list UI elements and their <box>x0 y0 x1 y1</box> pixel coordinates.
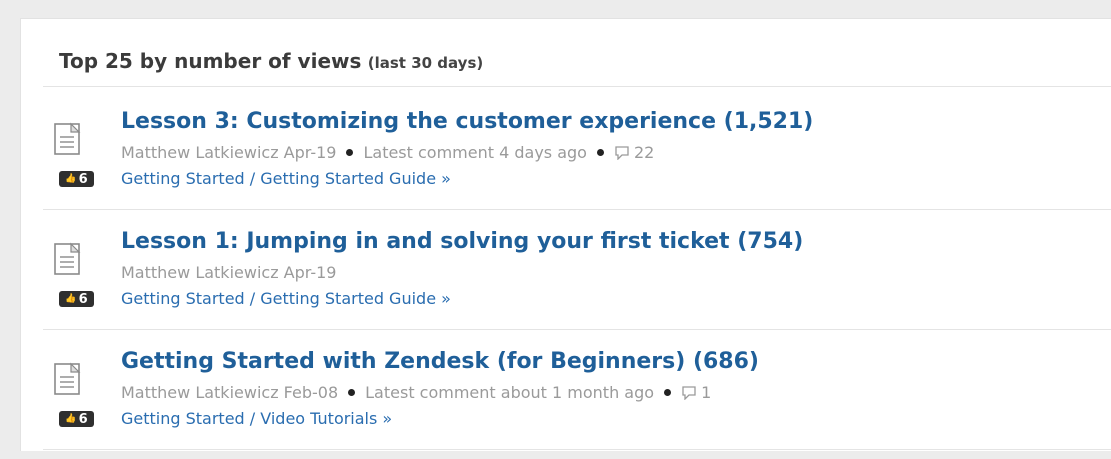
separator-dot <box>596 149 604 156</box>
article-item: 👍 6 Lesson 1: Jumping in and solving you… <box>21 229 1111 339</box>
article-meta: Matthew Latkiewicz Feb-08 Latest comment… <box>121 383 711 402</box>
article-breadcrumb-link[interactable]: Getting Started / Getting Started Guide … <box>121 169 451 188</box>
separator-dot <box>346 149 354 156</box>
document-icon <box>54 122 81 155</box>
document-icon <box>54 242 81 275</box>
divider <box>43 449 1111 450</box>
author-date: Matthew Latkiewicz Feb-08 <box>121 383 339 402</box>
latest-comment: Latest comment 4 days ago <box>363 143 587 162</box>
separator-dot <box>348 389 356 396</box>
panel-heading: Top 25 by number of views (last 30 days) <box>59 49 483 73</box>
latest-comment: Latest comment about 1 month ago <box>365 383 655 402</box>
separator-dot <box>664 389 672 396</box>
vote-count-badge: 👍 6 <box>59 411 94 427</box>
comment-icon <box>615 145 629 160</box>
article-title-link[interactable]: Lesson 1: Jumping in and solving your fi… <box>121 229 803 254</box>
author-date: Matthew Latkiewicz Apr-19 <box>121 143 337 162</box>
article-meta: Matthew Latkiewicz Apr-19 Latest comment… <box>121 143 654 162</box>
comment-count: 22 <box>633 143 655 162</box>
thumbs-up-icon: 👍 <box>65 293 77 304</box>
comment-icon <box>682 385 696 400</box>
document-icon <box>54 362 81 395</box>
article-item: 👍 6 Getting Started with Zendesk (for Be… <box>21 349 1111 459</box>
comment-count: 1 <box>701 383 712 402</box>
vote-count: 6 <box>78 411 88 427</box>
article-item: 👍 6 Lesson 3: Customizing the customer e… <box>21 109 1111 219</box>
article-breadcrumb-link[interactable]: Getting Started / Video Tutorials » <box>121 409 392 428</box>
article-breadcrumb-link[interactable]: Getting Started / Getting Started Guide … <box>121 289 451 308</box>
vote-count-badge: 👍 6 <box>59 291 94 307</box>
panel-title: Top 25 by number of views <box>59 49 362 73</box>
article-title-link[interactable]: Getting Started with Zendesk (for Beginn… <box>121 349 759 374</box>
author-date: Matthew Latkiewicz Apr-19 <box>121 263 337 282</box>
panel-title-suffix: (last 30 days) <box>367 54 484 72</box>
divider <box>43 86 1111 87</box>
divider <box>43 209 1111 210</box>
article-title-link[interactable]: Lesson 3: Customizing the customer exper… <box>121 109 813 134</box>
top-articles-panel: Top 25 by number of views (last 30 days)… <box>20 18 1111 451</box>
vote-count-badge: 👍 6 <box>59 171 94 187</box>
vote-count: 6 <box>78 171 88 187</box>
thumbs-up-icon: 👍 <box>65 173 77 184</box>
divider <box>43 329 1111 330</box>
article-meta: Matthew Latkiewicz Apr-19 <box>121 263 336 282</box>
vote-count: 6 <box>78 291 88 307</box>
thumbs-up-icon: 👍 <box>65 413 77 424</box>
